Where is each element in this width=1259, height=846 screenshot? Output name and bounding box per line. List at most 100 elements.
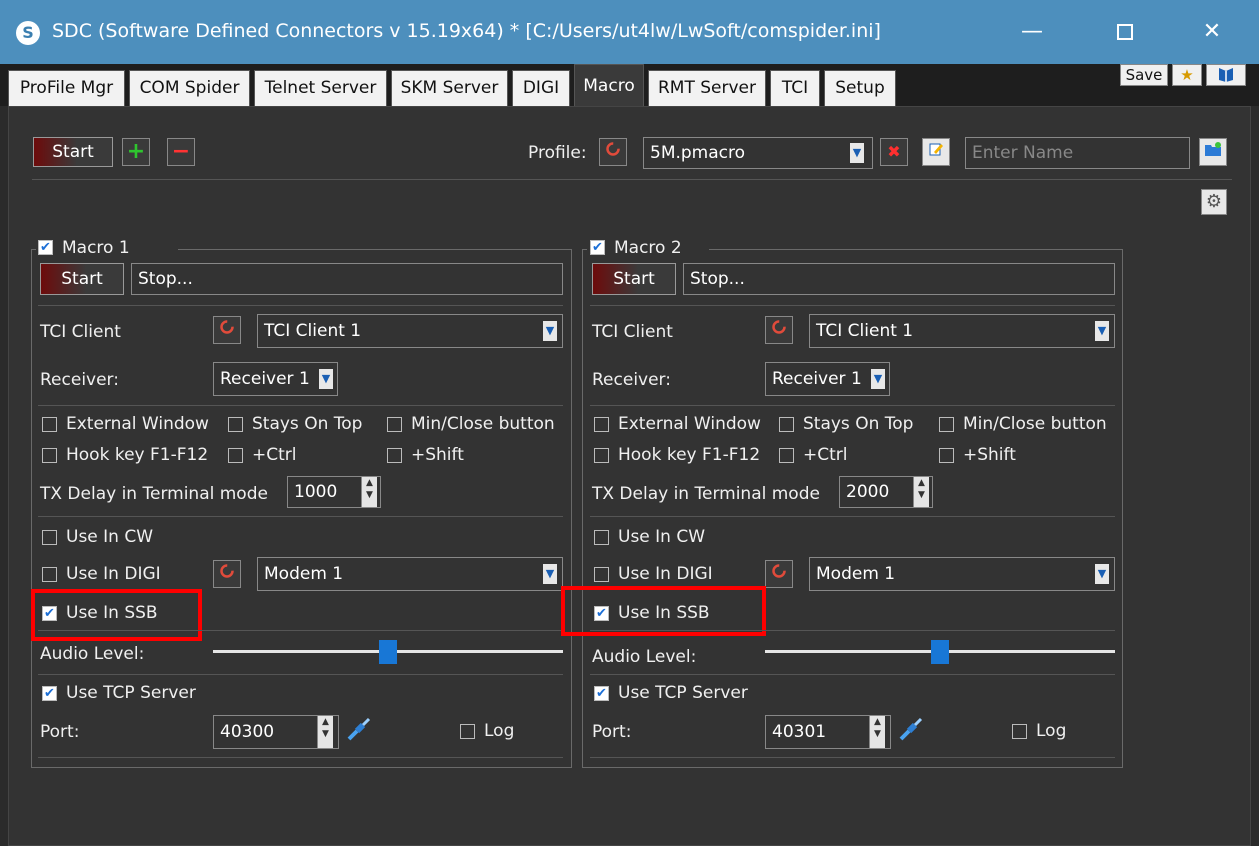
macro-1-tci-client-select[interactable]: TCI Client 1 xyxy=(257,314,563,348)
app-logo-icon: S xyxy=(16,21,40,45)
macro-2-reload-tci-button[interactable] xyxy=(765,316,793,344)
macro-1-reload-tci-button[interactable] xyxy=(213,316,241,344)
chevron-down-icon[interactable]: ▼ xyxy=(543,321,557,341)
macro-1-external-window-label: External Window xyxy=(66,414,209,434)
save-button[interactable]: Save xyxy=(1120,64,1168,86)
separator xyxy=(590,516,1115,517)
macro-2-min-close-checkbox[interactable] xyxy=(939,417,954,432)
tab-setup[interactable]: Setup xyxy=(824,70,896,106)
chevron-down-icon[interactable]: ▼ xyxy=(871,369,885,389)
separator xyxy=(590,405,1115,406)
macro-2-port-spinner[interactable]: ▲ ▼ xyxy=(869,716,885,748)
tab-rmt-server[interactable]: RMT Server xyxy=(648,70,766,106)
macro-1-use-cw-checkbox[interactable] xyxy=(42,530,57,545)
tab-tci[interactable]: TCI xyxy=(770,70,820,106)
favorite-star-icon[interactable]: ★ xyxy=(1172,64,1202,86)
window-title: SDC (Software Defined Connectors v 15.19… xyxy=(52,20,881,42)
macro-1-port-spinner[interactable]: ▲ ▼ xyxy=(317,716,333,748)
macro-1-stays-on-top-checkbox[interactable] xyxy=(228,417,243,432)
remove-macro-button[interactable]: − xyxy=(167,138,195,166)
macro-2-use-tcp-checkbox[interactable]: ✔ xyxy=(594,686,609,701)
chevron-down-icon[interactable]: ▼ xyxy=(1095,564,1109,584)
macro-1-modem-select[interactable]: Modem 1 xyxy=(257,557,563,591)
macro-1-min-close-checkbox[interactable] xyxy=(387,417,402,432)
chevron-down-icon[interactable]: ▼ xyxy=(543,564,557,584)
macro-1-reload-modem-button[interactable] xyxy=(213,560,241,588)
save-profile-button[interactable] xyxy=(1199,138,1227,166)
macro-1-hook-key-label: Hook key F1-F12 xyxy=(66,445,209,465)
refresh-icon xyxy=(606,142,620,156)
macro-2-stays-on-top-checkbox[interactable] xyxy=(779,417,794,432)
macro-2-use-digi-label: Use In DIGI xyxy=(618,564,713,584)
refresh-icon xyxy=(772,564,786,578)
tab-macro[interactable]: Macro xyxy=(574,64,644,106)
macro-2-stays-on-top-label: Stays On Top xyxy=(803,414,914,434)
tab-digi[interactable]: DIGI xyxy=(512,70,570,106)
separator xyxy=(38,674,563,675)
macro-2-use-cw-checkbox[interactable] xyxy=(594,530,609,545)
reload-profile-button[interactable] xyxy=(599,138,627,166)
macro-2-reload-modem-button[interactable] xyxy=(765,560,793,588)
macro-1-status-field[interactable]: Stop... xyxy=(131,263,563,295)
macro-2-port-label: Port: xyxy=(592,722,632,742)
book-icon xyxy=(1219,68,1233,82)
macro-2-enabled-checkbox[interactable]: ✔ xyxy=(590,240,605,255)
settings-gear-icon[interactable]: ⚙ xyxy=(1201,189,1227,215)
separator xyxy=(38,630,563,631)
tab-skm-server[interactable]: SKM Server xyxy=(391,70,508,106)
macro-2-hook-key-checkbox[interactable] xyxy=(594,448,609,463)
minimize-button[interactable]: — xyxy=(1010,14,1054,50)
macro-1-audio-level-thumb[interactable] xyxy=(379,640,397,664)
macro-2-tx-delay-spinner[interactable]: ▲ ▼ xyxy=(913,477,929,507)
delete-profile-button[interactable]: ✖ xyxy=(880,138,908,166)
chevron-down-icon[interactable]: ▼ xyxy=(319,369,333,389)
macro-2-shift-checkbox[interactable] xyxy=(939,448,954,463)
macro-1-use-tcp-checkbox[interactable]: ✔ xyxy=(42,686,57,701)
macro-1-ctrl-checkbox[interactable] xyxy=(228,448,243,463)
macro-1-use-cw-label: Use In CW xyxy=(66,527,154,547)
macro-2-start-button[interactable]: Start xyxy=(592,263,676,295)
macro-1-log-checkbox[interactable] xyxy=(460,724,475,739)
separator xyxy=(590,757,1115,758)
macro-2-min-close-label: Min/Close button xyxy=(963,414,1107,434)
macro-2-modem-select[interactable]: Modem 1 xyxy=(809,557,1115,591)
macro-2-use-tcp-label: Use TCP Server xyxy=(618,683,748,703)
macro-2-connect-icon[interactable] xyxy=(897,715,925,748)
add-macro-button[interactable]: + xyxy=(122,138,150,166)
chevron-down-icon[interactable]: ▼ xyxy=(1095,321,1109,341)
macro-2-log-checkbox[interactable] xyxy=(1012,724,1027,739)
macro-1-shift-checkbox[interactable] xyxy=(387,448,402,463)
macro-1-tx-delay-spinner[interactable]: ▲ ▼ xyxy=(361,477,377,507)
maximize-button[interactable] xyxy=(1103,14,1147,50)
macro-1-hook-key-checkbox[interactable] xyxy=(42,448,57,463)
name-input[interactable]: Enter Name xyxy=(965,137,1190,169)
macro-1-enabled-checkbox[interactable]: ✔ xyxy=(38,240,53,255)
macro-1-external-window-checkbox[interactable] xyxy=(42,417,57,432)
macro-2-use-digi-checkbox[interactable] xyxy=(594,567,609,582)
tab-profile-mgr[interactable]: ProFile Mgr xyxy=(8,70,125,106)
close-button[interactable]: ✕ xyxy=(1190,14,1234,50)
macro-2-tci-client-label: TCI Client xyxy=(592,322,673,342)
macro-2-external-window-checkbox[interactable] xyxy=(594,417,609,432)
macro-2-status-field[interactable]: Stop... xyxy=(683,263,1115,295)
separator xyxy=(38,405,563,406)
info-icon[interactable] xyxy=(1206,64,1246,86)
macro-2-tci-client-select[interactable]: TCI Client 1 xyxy=(809,314,1115,348)
macro-2-shift-label: +Shift xyxy=(963,445,1016,465)
macro-1-start-button[interactable]: Start xyxy=(40,263,124,295)
macro-1-use-digi-checkbox[interactable] xyxy=(42,567,57,582)
macro-2-audio-level-thumb[interactable] xyxy=(931,640,949,664)
tab-bar: ProFile Mgr COM Spider Telnet Server SKM… xyxy=(0,64,1259,106)
macro-2-ctrl-checkbox[interactable] xyxy=(779,448,794,463)
macro-1-port-label: Port: xyxy=(40,722,80,742)
macro-2-ctrl-label: +Ctrl xyxy=(803,445,848,465)
chevron-down-icon[interactable]: ▼ xyxy=(850,143,864,163)
separator xyxy=(38,305,563,306)
start-all-button[interactable]: Start xyxy=(33,137,113,167)
tab-telnet-server[interactable]: Telnet Server xyxy=(254,70,387,106)
macro-2-external-window-label: External Window xyxy=(618,414,761,434)
profile-select[interactable]: 5M.pmacro xyxy=(643,137,873,169)
macro-1-connect-icon[interactable] xyxy=(345,715,373,748)
edit-profile-button[interactable] xyxy=(922,138,950,166)
tab-com-spider[interactable]: COM Spider xyxy=(129,70,250,106)
